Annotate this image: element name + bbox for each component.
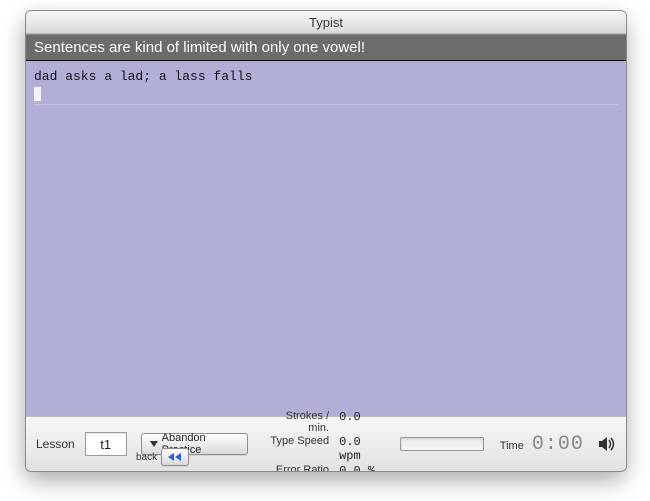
strokes-value: 0.0: [339, 410, 384, 434]
strokes-label: Strokes / min.: [268, 410, 329, 434]
time-display: Time 0:00: [500, 433, 584, 456]
instruction-banner: Sentences are kind of limited with only …: [26, 34, 626, 61]
rewind-icon: [167, 452, 183, 462]
back-button[interactable]: [161, 448, 189, 466]
back-control: back: [136, 448, 189, 466]
titlebar[interactable]: Typist: [26, 11, 626, 34]
lesson-label: Lesson: [36, 437, 75, 451]
lesson-field[interactable]: t1: [85, 432, 127, 456]
sound-icon: [598, 437, 616, 451]
instruction-text: Sentences are kind of limited with only …: [34, 39, 365, 56]
text-cursor: [34, 87, 41, 101]
lesson-value: t1: [100, 437, 111, 452]
typed-input-line[interactable]: [34, 86, 618, 102]
error-label: Error Ratio: [268, 464, 329, 472]
window-title: Typist: [309, 15, 343, 30]
app-window: Typist Sentences are kind of limited wit…: [25, 10, 627, 472]
target-text: dad asks a lad; a lass falls: [34, 69, 618, 84]
bottom-toolbar: Lesson t1 back Abandon Practice: [26, 416, 626, 471]
sound-toggle[interactable]: [598, 434, 616, 454]
content-area: Sentences are kind of limited with only …: [26, 34, 626, 471]
chevron-down-icon: [150, 441, 158, 447]
speed-label: Type Speed: [268, 435, 329, 463]
time-label: Time: [500, 440, 524, 452]
progress-bar: [400, 437, 484, 451]
back-label: back: [136, 452, 157, 463]
typing-area[interactable]: dad asks a lad; a lass falls: [26, 61, 626, 416]
stats-grid: Strokes / min. 0.0 Type Speed 0.0 wpm Er…: [268, 410, 384, 472]
line-rule: [34, 104, 618, 105]
time-value: 0:00: [532, 433, 584, 456]
error-value: 0.0 %: [339, 464, 384, 472]
speed-value: 0.0 wpm: [339, 435, 384, 463]
